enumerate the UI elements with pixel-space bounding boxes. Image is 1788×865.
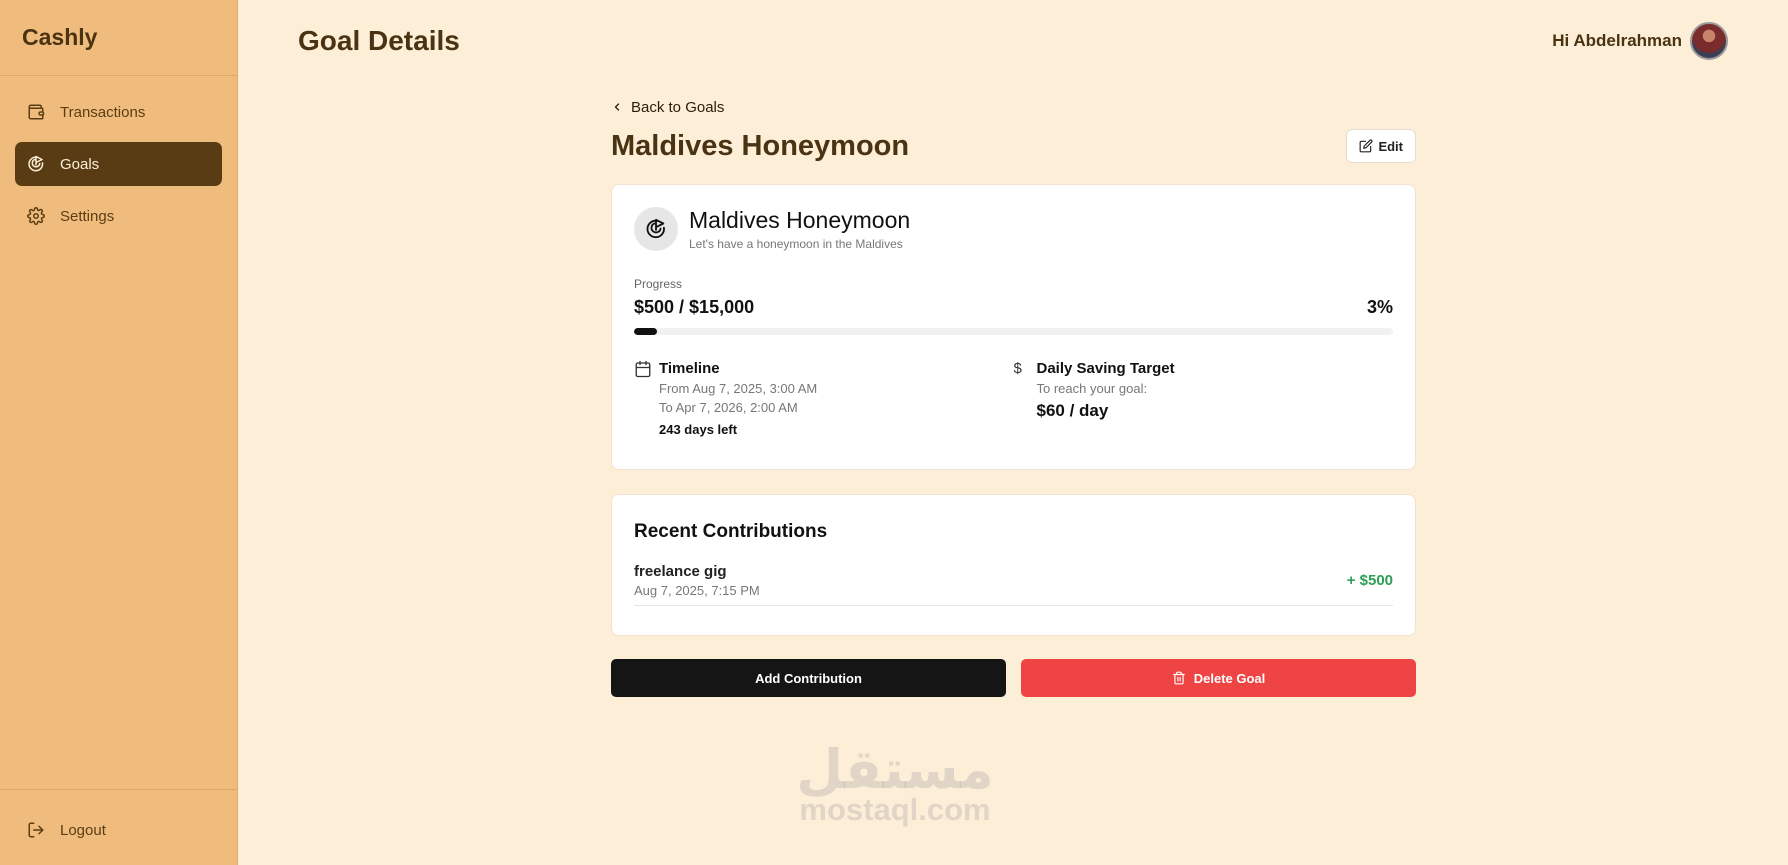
trash-icon bbox=[1172, 671, 1185, 685]
user-menu[interactable]: Hi Abdelrahman bbox=[1552, 22, 1728, 60]
days-left: 243 days left bbox=[659, 422, 738, 437]
edit-button[interactable]: Edit bbox=[1346, 129, 1416, 163]
watermark-logo: مستقل mostaql.com bbox=[785, 738, 1005, 827]
back-label: Back to Goals bbox=[631, 98, 725, 116]
timeline-title: Timeline bbox=[659, 360, 720, 377]
target-icon bbox=[28, 155, 44, 172]
progress-bar bbox=[634, 328, 1393, 335]
sidebar-item-label: Settings bbox=[60, 207, 115, 225]
goal-title: Maldives Honeymoon bbox=[611, 129, 910, 162]
contribution-date: Aug 7, 2025, 7:15 PM bbox=[634, 583, 760, 598]
contribution-name: freelance gig bbox=[634, 563, 727, 580]
recent-contributions-card: Recent Contributions freelance gig Aug 7… bbox=[611, 494, 1416, 636]
watermark-latin: mostaql.com bbox=[799, 792, 991, 827]
main-content: Back to Goals Maldives Honeymoon Edit Ma… bbox=[611, 96, 1416, 697]
avatar[interactable] bbox=[1690, 22, 1728, 60]
target-icon bbox=[646, 218, 665, 239]
chevron-left-icon bbox=[614, 103, 620, 111]
daily-target-title: Daily Saving Target bbox=[1036, 360, 1175, 377]
logout-button[interactable]: Logout bbox=[15, 808, 222, 852]
add-contribution-button[interactable]: Add Contribution bbox=[611, 659, 1006, 697]
delete-goal-button[interactable]: Delete Goal bbox=[1021, 659, 1416, 697]
logout-icon bbox=[28, 822, 44, 838]
delete-goal-label: Delete Goal bbox=[1193, 670, 1266, 686]
timeline-to: To Apr 7, 2026, 2:00 AM bbox=[659, 400, 798, 415]
calendar-icon bbox=[635, 360, 651, 378]
goal-actions: Add Contribution Delete Goal bbox=[611, 659, 1416, 697]
sidebar: Cashly Transactions Goals Settings Logou… bbox=[0, 0, 238, 865]
sidebar-item-label: Goals bbox=[60, 155, 100, 173]
edit-label: Edit bbox=[1378, 138, 1403, 154]
sidebar-item-transactions[interactable]: Transactions bbox=[15, 90, 222, 134]
sidebar-item-goals[interactable]: Goals bbox=[15, 142, 222, 186]
timeline-from: From Aug 7, 2025, 3:00 AM bbox=[659, 381, 818, 396]
daily-target-subtitle: To reach your goal: bbox=[1036, 381, 1148, 396]
user-greeting: Hi Abdelrahman bbox=[1552, 31, 1682, 50]
edit-icon bbox=[1360, 139, 1373, 153]
dollar-icon: $ bbox=[1013, 360, 1022, 377]
contribution-amount: + $500 bbox=[1346, 572, 1393, 589]
watermark-arabic: مستقل bbox=[796, 738, 994, 801]
wallet-icon bbox=[28, 104, 45, 120]
goal-summary-card: Maldives Honeymoon Let's have a honeymoo… bbox=[611, 184, 1416, 470]
timeline-block: Timeline From Aug 7, 2025, 3:00 AM To Ap… bbox=[634, 360, 1014, 437]
logout-label: Logout bbox=[60, 821, 106, 839]
add-contribution-label: Add Contribution bbox=[755, 670, 862, 686]
progress-label: Progress bbox=[634, 277, 683, 291]
sidebar-item-settings[interactable]: Settings bbox=[15, 194, 222, 238]
app-logo[interactable]: Cashly bbox=[0, 0, 237, 76]
sidebar-footer: Logout bbox=[0, 789, 237, 865]
goal-name: Maldives Honeymoon bbox=[689, 207, 911, 233]
daily-target-amount: $60 / day bbox=[1036, 401, 1109, 420]
goal-icon-circle bbox=[634, 207, 678, 251]
progress-amount: $500 / $15,000 bbox=[634, 297, 755, 317]
section-title: Recent Contributions bbox=[634, 521, 828, 542]
sidebar-nav: Transactions Goals Settings bbox=[0, 76, 237, 238]
sidebar-item-label: Transactions bbox=[60, 103, 146, 121]
progress-percent: 3% bbox=[1366, 297, 1393, 317]
back-to-goals-link[interactable]: Back to Goals bbox=[611, 96, 1416, 118]
daily-target-block: $ Daily Saving Target To reach your goal… bbox=[1014, 360, 1394, 437]
list-item: freelance gig Aug 7, 2025, 7:15 PM + $50… bbox=[634, 563, 1393, 606]
goal-description: Let's have a honeymoon in the Maldives bbox=[689, 237, 903, 251]
page-title: Goal Details bbox=[298, 25, 460, 56]
goal-header: Maldives Honeymoon Let's have a honeymoo… bbox=[634, 207, 1393, 251]
progress-row: $500 / $15,000 3% bbox=[634, 297, 1393, 318]
progress-bar-fill bbox=[634, 328, 657, 335]
gear-icon bbox=[27, 207, 45, 225]
goal-title-row: Maldives Honeymoon Edit bbox=[611, 128, 1416, 164]
goal-info-grid: Timeline From Aug 7, 2025, 3:00 AM To Ap… bbox=[634, 360, 1393, 437]
